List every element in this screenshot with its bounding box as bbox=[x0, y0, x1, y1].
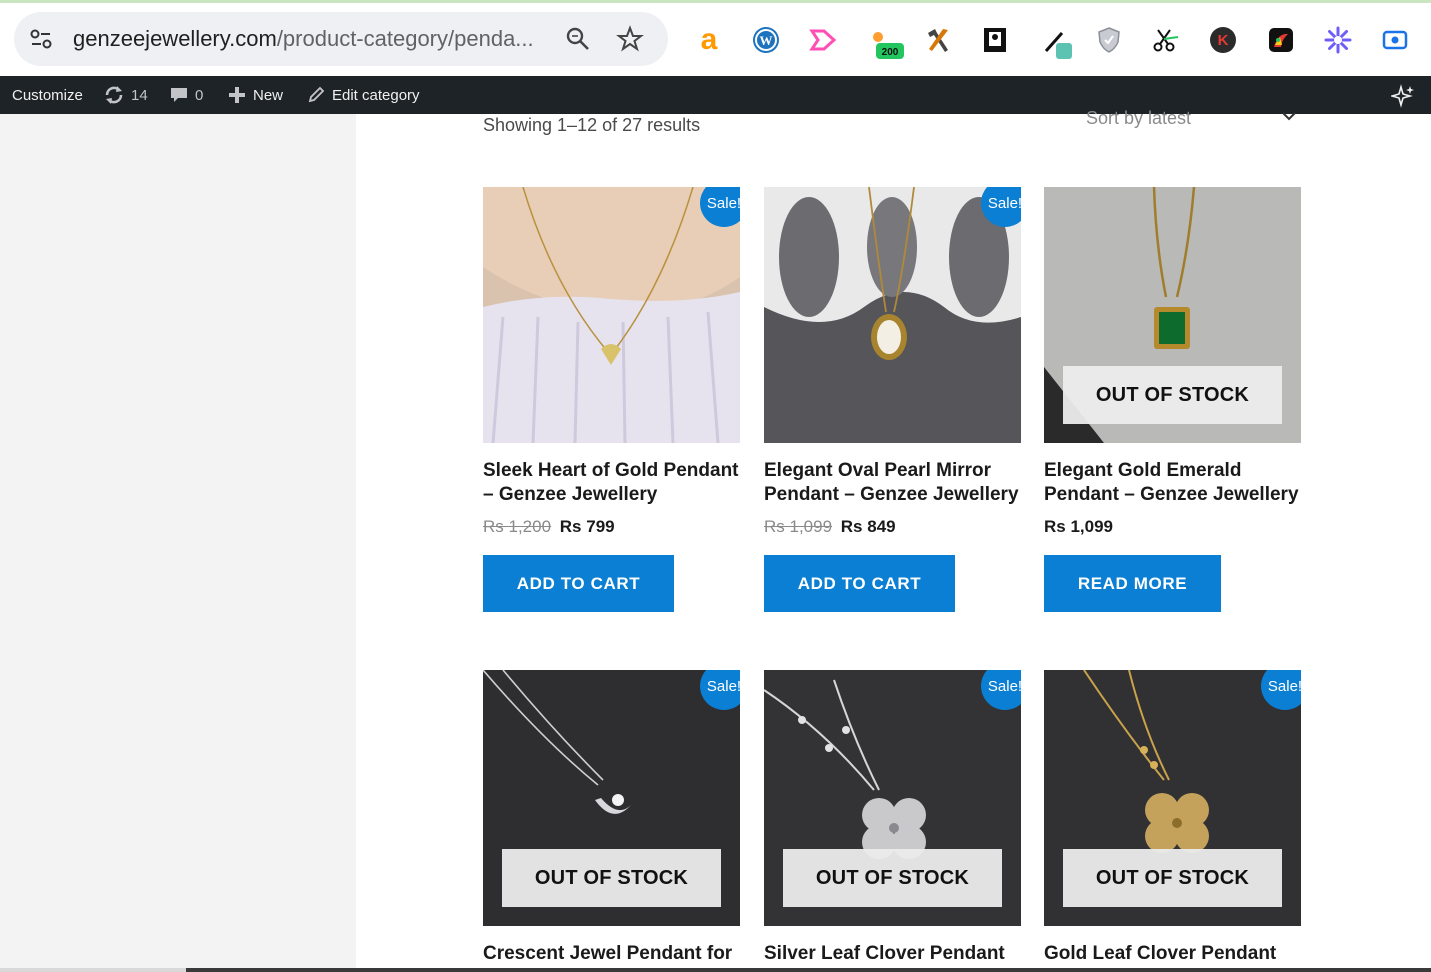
taskbar-edge bbox=[0, 968, 1431, 972]
gear-flower-icon[interactable] bbox=[1323, 25, 1353, 55]
pencil-icon bbox=[308, 86, 325, 103]
product-title[interactable]: Sleek Heart of Gold Pendant – Genzee Jew… bbox=[483, 459, 740, 507]
updates-link[interactable]: 14 bbox=[104, 76, 148, 114]
left-sidebar bbox=[0, 114, 356, 972]
sun-icon: 200 bbox=[873, 32, 904, 59]
wordpress-icon[interactable]: W bbox=[751, 25, 781, 55]
svg-text:K: K bbox=[1218, 32, 1229, 49]
add-to-cart-button[interactable]: ADD TO CART bbox=[764, 555, 955, 612]
sparkle-icon[interactable] bbox=[1391, 84, 1415, 108]
screen-record-icon[interactable] bbox=[1380, 25, 1410, 55]
add-to-cart-button[interactable]: ADD TO CART bbox=[483, 555, 674, 612]
bookmark-star-icon[interactable] bbox=[616, 25, 644, 53]
product-card: Sale! Elegant Oval Pearl Mirror Pendant … bbox=[764, 187, 1021, 612]
product-price: Rs 1,200 Rs 799 bbox=[483, 517, 740, 537]
site-info-icon[interactable] bbox=[28, 26, 54, 52]
eyedropper-icon[interactable] bbox=[1040, 25, 1076, 61]
sort-select[interactable]: Sort by latest bbox=[1086, 108, 1301, 129]
address-bar[interactable]: genzeejewellery.com/product-category/pen… bbox=[14, 12, 668, 66]
heart-pendant-photo bbox=[483, 187, 740, 443]
customize-link[interactable]: Customize bbox=[12, 76, 83, 114]
notebook-icon[interactable] bbox=[980, 25, 1010, 55]
product-price: Rs 1,099 bbox=[1044, 517, 1301, 537]
product-image[interactable]: Sale! OUT OF STOCK bbox=[483, 670, 740, 926]
product-card: Sale! OUT OF STOCK Crescent Jewel Pendan… bbox=[483, 670, 740, 972]
comment-icon bbox=[171, 88, 187, 102]
comments-link[interactable]: 0 bbox=[170, 76, 203, 114]
amazon-assistant-icon[interactable]: a bbox=[694, 23, 724, 56]
svg-text:200: 200 bbox=[882, 47, 899, 58]
browser-toolbar: genzeejewellery.com/product-category/pen… bbox=[0, 0, 1431, 76]
pink-arrow-icon[interactable] bbox=[808, 25, 838, 55]
tools-hammer-icon[interactable] bbox=[923, 25, 953, 55]
product-title[interactable]: Elegant Oval Pearl Mirror Pendant – Genz… bbox=[764, 459, 1021, 507]
product-image[interactable]: Sale! bbox=[483, 187, 740, 443]
product-card: OUT OF STOCK Elegant Gold Emerald Pendan… bbox=[1044, 187, 1301, 612]
product-image[interactable]: Sale! OUT OF STOCK bbox=[764, 670, 1021, 926]
shield-icon[interactable] bbox=[1094, 25, 1124, 55]
scissors-icon[interactable] bbox=[1150, 25, 1180, 55]
product-image[interactable]: Sale! bbox=[764, 187, 1021, 443]
out-of-stock-badge: OUT OF STOCK bbox=[1063, 366, 1282, 424]
edit-category-link[interactable]: Edit category bbox=[307, 76, 420, 114]
plus-icon bbox=[229, 87, 245, 103]
url-text[interactable]: genzeejewellery.com/product-category/pen… bbox=[73, 26, 548, 52]
product-card: Sale! OUT OF STOCK Silver Leaf Clover Pe… bbox=[764, 670, 1021, 972]
out-of-stock-badge: OUT OF STOCK bbox=[502, 849, 721, 907]
sale-price: Rs 799 bbox=[559, 517, 615, 536]
result-count: Showing 1–12 of 27 results bbox=[483, 115, 701, 135]
refresh-icon bbox=[105, 86, 123, 104]
counter-badge-icon[interactable]: 200 bbox=[868, 27, 904, 63]
regular-price: Rs 1,099 bbox=[764, 517, 833, 536]
regular-price: Rs 1,200 bbox=[483, 517, 552, 536]
photo-editor-icon[interactable] bbox=[1266, 25, 1296, 55]
product-image[interactable]: Sale! OUT OF STOCK bbox=[1044, 670, 1301, 926]
svg-text:W: W bbox=[760, 33, 773, 48]
chevron-down-icon bbox=[1282, 112, 1296, 121]
read-more-button[interactable]: READ MORE bbox=[1044, 555, 1221, 612]
product-card: Sale! Sleek Heart of Gold Pendant – Genz… bbox=[483, 187, 740, 612]
regular-price: Rs 1,099 bbox=[1044, 517, 1113, 536]
k-circle-icon[interactable]: K bbox=[1208, 25, 1238, 55]
out-of-stock-badge: OUT OF STOCK bbox=[783, 849, 1002, 907]
search-icon[interactable] bbox=[564, 25, 592, 53]
out-of-stock-badge: OUT OF STOCK bbox=[1063, 849, 1282, 907]
product-card: Sale! OUT OF STOCK Gold Leaf Clover Pend… bbox=[1044, 670, 1301, 972]
pearl-pendant-photo bbox=[764, 187, 1021, 443]
product-image[interactable]: OUT OF STOCK bbox=[1044, 187, 1301, 443]
new-content-link[interactable]: New bbox=[228, 76, 283, 114]
taskbar-edge-left bbox=[0, 968, 186, 972]
product-title[interactable]: Elegant Gold Emerald Pendant – Genzee Je… bbox=[1044, 459, 1301, 507]
sale-price: Rs 849 bbox=[840, 517, 896, 536]
product-price: Rs 1,099 Rs 849 bbox=[764, 517, 1021, 537]
